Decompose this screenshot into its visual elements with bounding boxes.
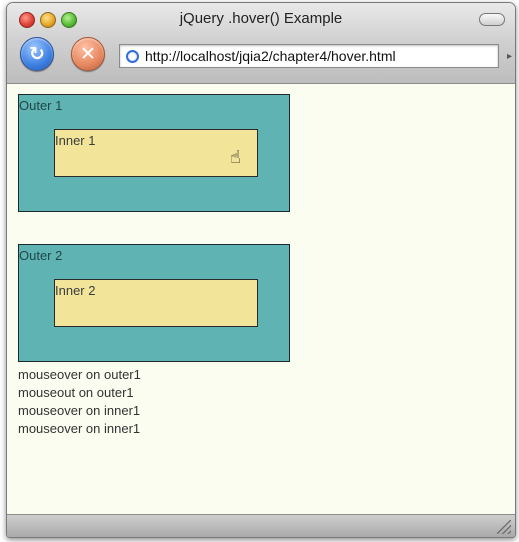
resize-grip-icon[interactable] — [497, 520, 511, 534]
inner-box-1-label: Inner 1 — [55, 133, 96, 148]
hand-cursor-icon: ☝ — [230, 147, 241, 167]
log-line: mouseout on outer1 — [18, 385, 134, 400]
log-line: mouseover on outer1 — [18, 367, 141, 382]
toolbar-toggle-button[interactable] — [479, 13, 505, 26]
event-log: mouseover on outer1 mouseout on outer1 m… — [18, 366, 141, 438]
status-bar — [7, 514, 515, 537]
outer-box-1-label: Outer 1 — [19, 98, 63, 113]
address-bar[interactable]: http://localhost/jqia2/chapter4/hover.ht… — [119, 44, 499, 68]
stop-button[interactable]: ✕ — [71, 37, 105, 71]
page-content: Outer 1 Inner 1 ☝ Outer 2 Inner 2 mouseo… — [7, 84, 515, 514]
reload-icon: ↻ — [29, 43, 45, 65]
inner-box-1[interactable]: Inner 1 ☝ — [54, 129, 258, 177]
reload-button[interactable]: ↻ — [20, 37, 54, 71]
inner-box-2-label: Inner 2 — [55, 283, 96, 298]
window-title: jQuery .hover() Example — [179, 10, 343, 27]
outer-box-1[interactable]: Outer 1 Inner 1 ☝ — [18, 94, 290, 212]
outer-box-2-label: Outer 2 — [19, 248, 63, 263]
title-bar: jQuery .hover() Example ↻ ✕ http://local… — [7, 3, 515, 84]
log-line: mouseover on inner1 — [18, 421, 141, 436]
inner-box-2[interactable]: Inner 2 — [54, 279, 258, 327]
outer-box-2[interactable]: Outer 2 Inner 2 — [18, 244, 290, 362]
globe-icon — [126, 49, 139, 63]
log-line: mouseover on inner1 — [18, 403, 141, 418]
chevron-icon[interactable]: ▸ — [507, 51, 512, 62]
stop-icon: ✕ — [80, 43, 96, 65]
url-text: http://localhost/jqia2/chapter4/hover.ht… — [145, 48, 396, 64]
browser-window: jQuery .hover() Example ↻ ✕ http://local… — [6, 2, 516, 538]
